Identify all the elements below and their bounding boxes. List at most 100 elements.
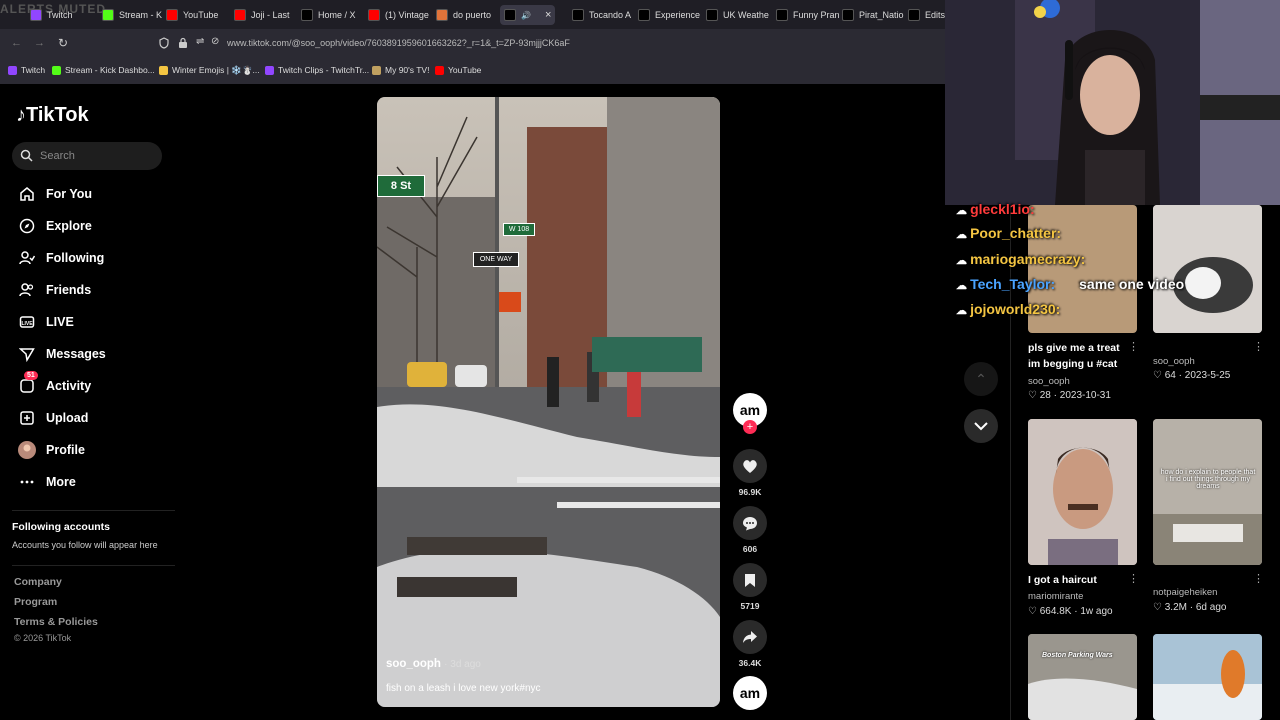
close-tab-icon[interactable]: ×	[545, 9, 551, 21]
browser-tab[interactable]: 🔊 ×	[500, 5, 556, 25]
browser-tab[interactable]: Edits	[908, 5, 945, 25]
street-sign: 8 St	[377, 175, 425, 197]
speaker-icon[interactable]: 🔊	[521, 11, 531, 20]
bookmark-favicon-icon	[52, 65, 61, 75]
grid-video-title[interactable]: pls give me a treat im begging u #cat	[1028, 340, 1128, 372]
browser-tab[interactable]: YouTube	[166, 5, 218, 25]
more-options-icon[interactable]: ⋮	[1128, 340, 1139, 353]
footer-link-program[interactable]: Program	[14, 596, 57, 608]
tiktok-logo[interactable]: ♪TikTok	[16, 104, 89, 127]
sidebar-item-label: Activity	[46, 379, 92, 393]
sidebar-item-activity[interactable]: 51 Activity	[18, 371, 92, 395]
bookmark-item[interactable]: Winter Emojis | ❄️☃️...	[159, 65, 260, 76]
next-video-button[interactable]	[964, 409, 998, 443]
forward-icon[interactable]: →	[34, 37, 45, 49]
sound-avatar[interactable]: am	[733, 676, 767, 710]
bookmark-item[interactable]: Twitch	[8, 65, 45, 75]
reload-icon[interactable]: ↻	[58, 36, 68, 50]
save-button[interactable]: 5719	[733, 563, 767, 611]
sidebar-item-messages[interactable]: Messages	[18, 345, 106, 363]
share-button[interactable]: 36.4K	[733, 620, 767, 668]
footer-link-terms[interactable]: Terms & Policies	[14, 616, 98, 628]
heart-outline-icon: ♡	[1028, 390, 1037, 401]
cat-thumbnail-image	[1153, 205, 1262, 333]
browser-tab[interactable]: Pirat_Natio	[842, 5, 904, 25]
video-player[interactable]: 8 St W 108 ONE WAY soo_ooph · 3d ago fis…	[377, 97, 720, 707]
tiktok-note-icon: ♪	[16, 104, 26, 126]
grid-video-thumbnail[interactable]	[1153, 634, 1262, 720]
grid-video-author[interactable]: mariomirante	[1028, 591, 1083, 602]
chat-badge-icon: ☁	[956, 255, 971, 267]
tab-favicon-icon	[908, 9, 920, 21]
footer-link-company[interactable]: Company	[14, 576, 62, 588]
browser-tab[interactable]: (1) Vintage	[368, 5, 429, 25]
sidebar-item-more[interactable]: More	[18, 473, 76, 491]
search-placeholder: Search	[40, 150, 75, 162]
video-author[interactable]: soo_ooph	[386, 658, 441, 670]
browser-tab[interactable]: Home / X	[301, 5, 356, 25]
browser-tab[interactable]: Stream - K	[102, 5, 162, 25]
sidebar-item-explore[interactable]: Explore	[18, 217, 92, 235]
sidebar-item-following[interactable]: Following	[18, 249, 104, 267]
url-text[interactable]: www.tiktok.com/@soo_ooph/video/760389195…	[227, 38, 570, 48]
browser-tab[interactable]: Tocando A	[572, 5, 631, 25]
grid-video-thumbnail[interactable]	[1153, 205, 1262, 333]
grid-video-author[interactable]: notpaigeheiken	[1153, 587, 1217, 598]
comment-button[interactable]: 606	[733, 506, 767, 554]
snow-thumbnail-image	[1028, 634, 1137, 720]
tab-favicon-icon	[504, 9, 516, 21]
more-options-icon[interactable]: ⋮	[1253, 340, 1264, 353]
following-icon	[18, 249, 36, 267]
grid-video-thumbnail[interactable]: Boston Parking Wars	[1028, 634, 1137, 720]
bookmark-item[interactable]: Stream - Kick Dashbo...	[52, 65, 155, 75]
grid-video-stats: ♡ 28 · 2023-10-31	[1028, 390, 1111, 401]
previous-video-button[interactable]: ⌃	[964, 362, 998, 396]
sidebar-item-label: For You	[46, 187, 93, 201]
chat-message: ☁ jojoworld230:	[956, 301, 1060, 317]
bookmark-favicon-icon	[265, 65, 274, 75]
browser-tab[interactable]: Twitch	[30, 5, 73, 25]
live-icon: LIVE	[18, 313, 36, 331]
sidebar-item-friends[interactable]: Friends	[18, 281, 91, 299]
grid-video-thumbnail[interactable]	[1028, 419, 1137, 565]
sidebar-item-for-you[interactable]: For You	[18, 185, 92, 203]
bookmark-favicon-icon	[8, 65, 17, 75]
browser-tab[interactable]: Joji - Last	[234, 5, 290, 25]
tab-favicon-icon	[301, 9, 313, 21]
shield-icon[interactable]	[158, 36, 170, 54]
grid-video-author[interactable]: soo_ooph	[1028, 376, 1070, 387]
like-button[interactable]: 96.9K	[733, 449, 767, 497]
follow-plus-icon[interactable]: +	[743, 420, 757, 434]
browser-tab[interactable]: do puerto	[436, 5, 491, 25]
webcam-feed-image	[945, 0, 1280, 205]
creator-avatar[interactable]: am +	[733, 393, 767, 434]
street-sign-w108: W 108	[503, 223, 535, 236]
more-options-icon[interactable]: ⋮	[1128, 572, 1139, 585]
lock-icon[interactable]	[178, 36, 188, 54]
grid-video-author[interactable]: soo_ooph	[1153, 356, 1195, 367]
browser-tab[interactable]: Experience	[638, 5, 700, 25]
chat-message: ☁ gleckl1io:	[956, 201, 1035, 217]
sidebar-item-profile[interactable]: Profile	[18, 441, 85, 459]
autoplay-blocked-icon[interactable]: ⊘	[211, 36, 219, 47]
bookmark-item[interactable]: Twitch Clips - TwitchTr...	[265, 65, 369, 75]
chat-message: ☁ mariogamecrazy:	[956, 251, 1085, 267]
browser-tab[interactable]: UK Weathe	[706, 5, 769, 25]
permissions-icon[interactable]: ⇌	[196, 36, 204, 47]
search-input[interactable]	[12, 142, 162, 170]
video-frame	[377, 97, 720, 707]
bookmark-label: Twitch Clips - TwitchTr...	[278, 65, 370, 75]
back-icon[interactable]: ←	[11, 37, 22, 49]
grid-video-thumbnail[interactable]: how do i explain to people that i find o…	[1153, 419, 1262, 565]
tab-label: UK Weathe	[723, 10, 769, 20]
tab-favicon-icon	[842, 9, 854, 21]
tab-favicon-icon	[102, 9, 114, 21]
sidebar-item-upload[interactable]: Upload	[18, 409, 88, 427]
more-options-icon[interactable]: ⋮	[1253, 572, 1264, 585]
browser-tab[interactable]: Funny Pran	[776, 5, 840, 25]
sidebar-item-live[interactable]: LIVE LIVE	[18, 313, 74, 331]
bookmark-item[interactable]: YouTube	[435, 65, 481, 75]
grid-video-title[interactable]: I got a haircut	[1028, 572, 1128, 588]
video-caption: fish on a leash i love new york#nyc	[386, 683, 541, 694]
bookmark-item[interactable]: My 90's TV!	[372, 65, 429, 75]
